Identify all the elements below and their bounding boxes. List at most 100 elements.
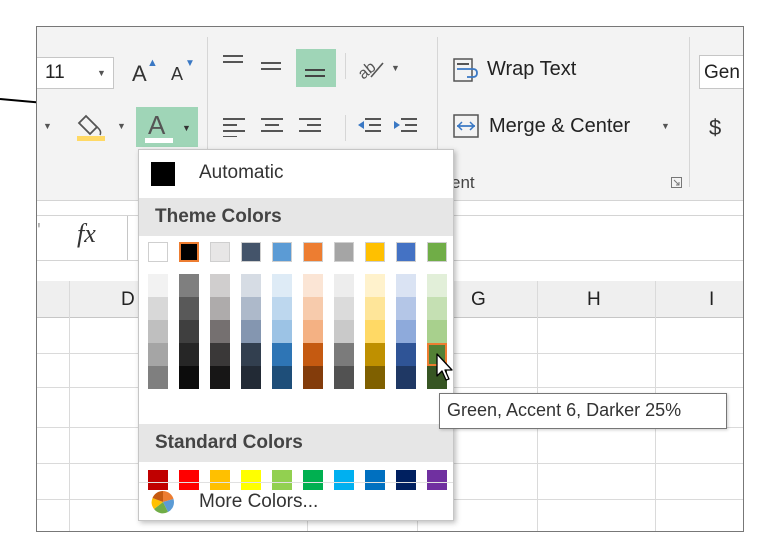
theme-color-swatch[interactable]	[272, 320, 292, 343]
align-right-icon[interactable]	[299, 115, 323, 137]
theme-color-swatch[interactable]	[241, 297, 261, 320]
wrap-text-button[interactable]: Wrap Text	[451, 55, 611, 85]
paint-bucket-icon	[77, 114, 105, 141]
decrease-indent-icon[interactable]	[357, 115, 383, 137]
bottom-align-button[interactable]	[296, 49, 336, 87]
theme-color-swatch[interactable]	[334, 297, 354, 320]
theme-color-swatch[interactable]	[148, 297, 168, 320]
font-color-button[interactable]: A ▼	[136, 107, 198, 147]
number-format-combobox[interactable]: Gen	[699, 55, 743, 89]
theme-color-swatch[interactable]	[148, 320, 168, 343]
theme-color-swatch[interactable]	[427, 297, 447, 320]
theme-color-swatch[interactable]	[365, 242, 385, 262]
theme-color-swatch[interactable]	[179, 366, 199, 389]
more-colors-item[interactable]: More Colors...	[139, 486, 453, 518]
column-header-h[interactable]: H	[587, 289, 601, 311]
dialog-launcher-icon[interactable]	[671, 177, 683, 189]
theme-color-swatch[interactable]	[334, 366, 354, 389]
theme-color-swatch[interactable]	[272, 242, 292, 262]
theme-color-swatch[interactable]	[303, 242, 323, 262]
theme-color-swatch[interactable]	[272, 343, 292, 366]
automatic-color-item[interactable]: Automatic	[139, 150, 453, 192]
theme-color-swatch[interactable]	[210, 320, 230, 343]
theme-color-swatch[interactable]	[210, 343, 230, 366]
align-center-icon[interactable]	[261, 115, 285, 137]
standard-colors-header: Standard Colors	[139, 424, 453, 462]
theme-color-swatch[interactable]	[272, 297, 292, 320]
theme-color-swatch[interactable]	[210, 274, 230, 297]
theme-color-swatch[interactable]	[210, 297, 230, 320]
align-top-icon[interactable]	[223, 53, 245, 73]
theme-color-swatch[interactable]	[179, 320, 199, 343]
fill-color-button[interactable]: ▼	[73, 109, 131, 143]
color-wheel-icon	[151, 490, 174, 514]
theme-color-swatch[interactable]	[303, 366, 323, 389]
currency-format-button[interactable]: $	[709, 115, 721, 141]
shrink-font-button[interactable]: A ▼	[167, 57, 197, 87]
merge-center-icon	[453, 114, 479, 138]
fx-icon[interactable]: fx	[77, 219, 96, 249]
column-header-g[interactable]: G	[471, 289, 486, 311]
theme-color-swatch[interactable]	[396, 274, 416, 297]
theme-color-swatch[interactable]	[396, 366, 416, 389]
font-size-combobox[interactable]: 11 ▼	[37, 57, 114, 89]
svg-text:ab: ab	[355, 59, 379, 81]
theme-color-swatch[interactable]	[334, 274, 354, 297]
align-left-icon[interactable]	[223, 115, 247, 137]
theme-color-swatch[interactable]	[179, 297, 199, 320]
number-format-value: Gen	[704, 62, 740, 83]
merge-center-button[interactable]: Merge & Center ▼	[451, 111, 681, 141]
increase-indent-icon[interactable]	[393, 115, 419, 137]
theme-color-swatch[interactable]	[427, 242, 447, 262]
theme-color-swatch[interactable]	[179, 242, 199, 262]
theme-color-swatch[interactable]	[148, 366, 168, 389]
theme-color-swatch[interactable]	[427, 274, 447, 297]
theme-color-swatch[interactable]	[396, 320, 416, 343]
theme-color-swatch[interactable]	[427, 320, 447, 343]
borders-dropdown-chevron-icon[interactable]: ▼	[43, 121, 52, 131]
theme-color-swatch[interactable]	[210, 366, 230, 389]
chevron-down-icon[interactable]: ▼	[117, 121, 126, 131]
theme-color-swatch[interactable]	[303, 320, 323, 343]
theme-color-swatch[interactable]	[210, 242, 230, 262]
theme-color-swatch[interactable]	[179, 274, 199, 297]
orientation-icon: ab	[355, 59, 384, 81]
name-box-edge: '	[37, 220, 41, 242]
theme-color-swatch[interactable]	[365, 320, 385, 343]
theme-color-swatch[interactable]	[272, 366, 292, 389]
theme-color-swatch[interactable]	[334, 320, 354, 343]
theme-color-swatch[interactable]	[241, 320, 261, 343]
grow-font-button[interactable]: A ▲	[129, 57, 159, 87]
theme-color-swatch[interactable]	[365, 343, 385, 366]
theme-color-swatch[interactable]	[148, 242, 168, 262]
theme-color-swatch[interactable]	[396, 297, 416, 320]
chevron-down-icon[interactable]: ▼	[661, 121, 670, 131]
font-size-value: 11	[45, 62, 65, 83]
orientation-button[interactable]: ab ▼	[355, 53, 405, 83]
theme-color-swatch[interactable]	[303, 274, 323, 297]
theme-color-swatch[interactable]	[396, 242, 416, 262]
theme-color-swatch[interactable]	[179, 343, 199, 366]
theme-color-swatch[interactable]	[303, 297, 323, 320]
theme-color-swatch[interactable]	[272, 274, 292, 297]
excel-window: 11 ▼ A ▲ A ▼ ▼ ▼ A ▼ ab ▼ Wrap Text Merg…	[36, 26, 744, 532]
theme-color-swatch[interactable]	[241, 274, 261, 297]
theme-color-swatch[interactable]	[303, 343, 323, 366]
theme-color-swatch[interactable]	[241, 366, 261, 389]
theme-color-swatch[interactable]	[241, 343, 261, 366]
chevron-down-icon[interactable]: ▼	[182, 123, 191, 133]
column-header-i[interactable]: I	[709, 289, 714, 311]
theme-color-swatch[interactable]	[334, 343, 354, 366]
theme-color-swatch[interactable]	[365, 297, 385, 320]
theme-color-swatch[interactable]	[148, 343, 168, 366]
theme-color-swatch[interactable]	[365, 274, 385, 297]
theme-color-swatch[interactable]	[396, 343, 416, 366]
chevron-down-icon[interactable]: ▼	[97, 68, 106, 78]
theme-color-swatch[interactable]	[334, 242, 354, 262]
chevron-down-icon[interactable]: ▼	[391, 63, 400, 73]
theme-color-swatch[interactable]	[365, 366, 385, 389]
theme-color-swatch[interactable]	[148, 274, 168, 297]
align-middle-icon[interactable]	[261, 60, 283, 80]
theme-color-swatch[interactable]	[241, 242, 261, 262]
column-header-d[interactable]: D	[121, 289, 135, 311]
